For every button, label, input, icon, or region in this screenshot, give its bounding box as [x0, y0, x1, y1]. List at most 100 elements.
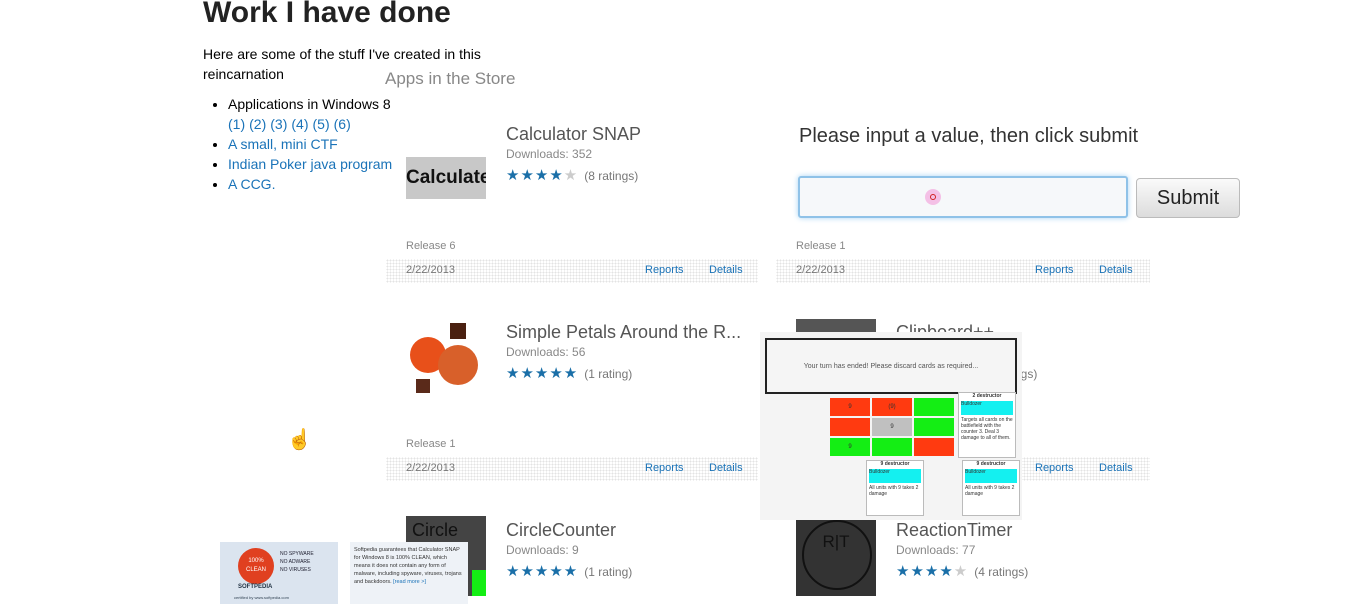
app-thumb-petals[interactable]	[406, 319, 486, 399]
app-title[interactable]: CircleCounter	[506, 520, 616, 541]
work-list: Applications in Windows 8 (1)(2)(3)(4) (5…	[228, 94, 392, 194]
app-downloads: Downloads: 9	[506, 543, 579, 557]
card-title: 2 destructor	[972, 393, 1002, 399]
filled-stars: ★★★★	[506, 167, 564, 184]
star-rating: ★★★★★ (8 ratings)	[506, 166, 638, 184]
badge-lines: NO SPYWARE NO ADWARE NO VIRUSES	[280, 550, 314, 574]
ratings-count: (1 rating)	[584, 565, 633, 579]
card-caption: Bulldozer	[965, 469, 1017, 483]
app-title[interactable]: ReactionTimer	[896, 520, 1012, 541]
reports-link[interactable]: Reports	[645, 264, 684, 276]
filled-stars: ★★★★★	[506, 365, 579, 382]
list-item: A CCG.	[228, 174, 392, 194]
details-link[interactable]: Details	[709, 462, 743, 474]
card-caption: Bulldozer	[961, 401, 1013, 415]
board-cell[interactable]: 9	[830, 438, 870, 456]
board-cell[interactable]	[872, 438, 912, 456]
ratings-count: (1 rating)	[584, 367, 633, 381]
board-cell[interactable]	[914, 418, 954, 436]
ratings-count: (4 ratings)	[974, 565, 1029, 579]
app-title[interactable]: Simple Petals Around the R...	[506, 322, 741, 343]
page-title: Work I have done	[203, 0, 451, 29]
reports-link[interactable]: Reports	[1035, 264, 1074, 276]
release-label: Release 6	[406, 240, 456, 252]
list-item: Indian Poker java program	[228, 154, 392, 174]
star-rating: ★★★★★ (1 rating)	[506, 364, 632, 382]
hand-cursor-icon: ☝	[287, 429, 312, 451]
ratings-count: (8 ratings)	[584, 169, 639, 183]
thumb-text: Circle	[412, 520, 459, 540]
card-body: Targets all cards on the battlefield wit…	[961, 417, 1013, 441]
details-link[interactable]: Details	[1099, 462, 1133, 474]
card-title: 9 destructor	[880, 461, 910, 467]
board-cell[interactable]: (9)	[872, 398, 912, 416]
board-cell[interactable]: 9	[830, 398, 870, 416]
badge-line: NO VIRUSES	[280, 567, 311, 573]
prompt-label: Please input a value, then click submit	[799, 125, 1139, 147]
thumb-text: R|T	[822, 532, 850, 551]
softpedia-clean-badge[interactable]: 100% CLEAN NO SPYWARE NO ADWARE NO VIRUS…	[220, 542, 338, 604]
board-cell[interactable]	[914, 438, 954, 456]
click-indicator-icon	[925, 189, 941, 205]
read-more-link[interactable]: [read more >]	[393, 579, 426, 585]
app-link-3[interactable]: (3)	[270, 116, 287, 132]
ccg-turn-message: Your turn has ended! Please discard card…	[765, 338, 1017, 394]
softpedia-brand: SOFTPEDIA	[238, 584, 273, 590]
board-cell[interactable]	[914, 398, 954, 416]
app-link-4[interactable]: (4)	[291, 116, 308, 132]
details-link[interactable]: Details	[709, 264, 743, 276]
list-item: Applications in Windows 8 (1)(2)(3)(4) (5…	[228, 94, 392, 134]
card-body: All units with 9 takes 2 damage	[869, 485, 919, 497]
app-link-2[interactable]: (2)	[249, 116, 266, 132]
softpedia-cert: certified by www.softpedia.com	[234, 595, 289, 600]
app-title[interactable]: Calculator SNAP	[506, 124, 641, 145]
ccg-card[interactable]: 9 destructor Bulldozer All units with 9 …	[962, 460, 1020, 516]
star-rating: ★★★★★ (1 rating)	[506, 562, 632, 580]
release-date: 2/22/2013	[796, 264, 845, 276]
badge-line: NO SPYWARE	[280, 551, 314, 557]
release-label: Release 1	[796, 240, 846, 252]
app-downloads: Downloads: 56	[506, 345, 586, 359]
ccg-card[interactable]: 2 destructor Bulldozer Targets all cards…	[958, 392, 1016, 458]
release-date: 2/22/2013	[406, 264, 455, 276]
ctf-link[interactable]: A small, mini CTF	[228, 136, 338, 152]
app-link-1[interactable]: (1)	[228, 116, 245, 132]
list-item: A small, mini CTF	[228, 134, 392, 154]
app-footer-strip: Reports Details	[1020, 457, 1150, 481]
store-heading: Apps in the Store	[385, 69, 516, 88]
ccg-link[interactable]: A CCG.	[228, 176, 275, 192]
app-downloads: Downloads: 352	[506, 147, 593, 161]
indian-poker-link[interactable]: Indian Poker java program	[228, 156, 392, 172]
empty-stars: ★	[953, 563, 969, 580]
ccg-card[interactable]: 9 destructor Bulldozer All units with 9 …	[866, 460, 924, 516]
list-item-label: Applications in Windows 8	[228, 96, 391, 112]
app-footer-strip: 2/22/2013 Reports Details	[386, 259, 758, 283]
board-cell[interactable]: 9	[872, 418, 912, 436]
ccg-board: 9 (9) 9 9	[830, 398, 956, 458]
value-input[interactable]	[798, 176, 1128, 218]
board-cell[interactable]	[830, 418, 870, 436]
badge-line: NO ADWARE	[280, 559, 311, 565]
app-footer-strip: 2/22/2013 Reports Details	[776, 259, 1150, 283]
app-links: (1) (2) (3) (4) (5) (6)	[228, 116, 355, 132]
thumb-text: Calculate!	[406, 157, 486, 199]
app-thumb-calculator[interactable]: Calculate!	[406, 121, 486, 201]
card-title: 9 destructor	[976, 461, 1006, 467]
details-link[interactable]: Details	[1099, 264, 1133, 276]
submit-button[interactable]: Submit	[1136, 178, 1240, 218]
reports-link[interactable]: Reports	[645, 462, 684, 474]
app-footer-strip: 2/22/2013 Reports Details	[386, 457, 758, 481]
filled-stars: ★★★★★	[506, 563, 579, 580]
filled-stars: ★★★★	[896, 563, 954, 580]
reports-link[interactable]: Reports	[1035, 462, 1074, 474]
app-thumb-reactiontimer[interactable]: R|T	[796, 516, 876, 596]
app-link-5[interactable]: (5)	[313, 116, 330, 132]
app-link-6[interactable]: (6)	[334, 116, 351, 132]
softpedia-guarantee-text: Softpedia guarantees that Calculator SNA…	[350, 542, 468, 604]
empty-stars: ★	[563, 167, 579, 184]
app-downloads: Downloads: 77	[896, 543, 976, 557]
card-caption: Bulldozer	[869, 469, 921, 483]
release-label: Release 1	[406, 438, 456, 450]
star-rating: ★★★★★ (4 ratings)	[896, 562, 1028, 580]
card-body: All units with 9 takes 2 damage	[965, 485, 1015, 497]
